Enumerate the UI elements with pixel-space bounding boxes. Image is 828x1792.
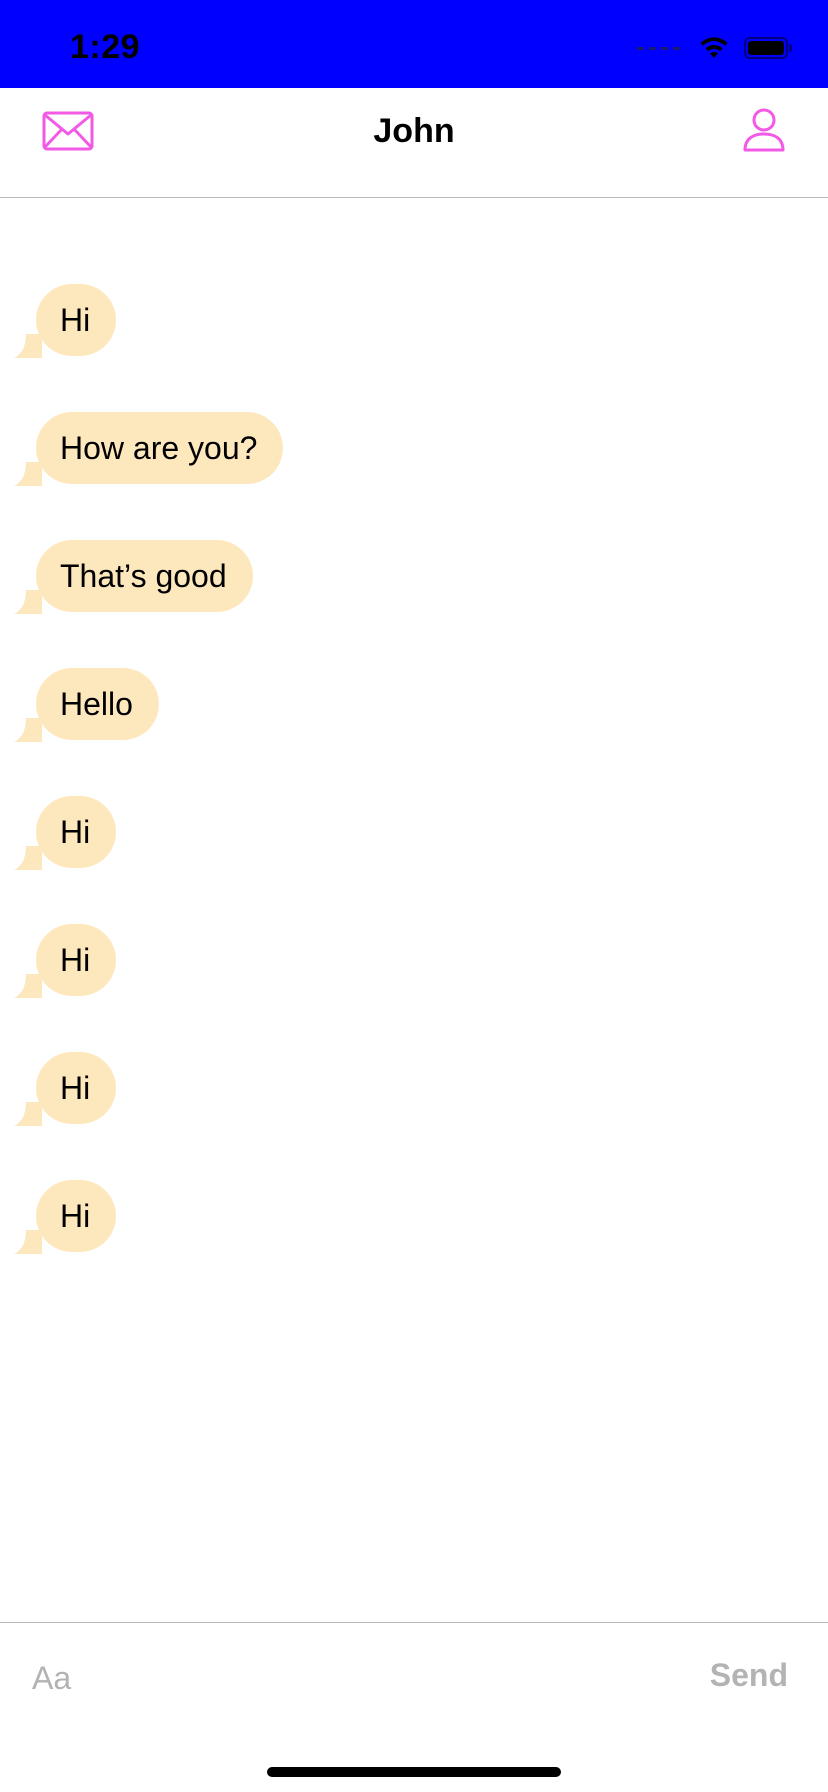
composer-bar: Send: [0, 1622, 828, 1792]
chat-screen: 1:29 John Hi How are you? That’s good He…: [0, 0, 828, 1792]
message-bubble: That’s good: [14, 540, 253, 614]
bubble-tail: [14, 846, 42, 870]
message-bubble: Hi: [14, 284, 117, 358]
cellular-signal-icon: [637, 46, 680, 50]
message-bubble: Hello: [14, 668, 159, 742]
bubble-tail: [14, 590, 42, 614]
status-bar: 1:29: [0, 0, 828, 88]
wifi-icon: [700, 37, 728, 58]
message-text: That’s good: [36, 540, 253, 612]
nav-bar: John: [0, 88, 828, 198]
message-input[interactable]: [32, 1653, 652, 1703]
battery-icon: [744, 37, 792, 59]
conversation-title: John: [373, 112, 455, 150]
message-text: Hi: [36, 924, 117, 996]
message-text: How are you?: [36, 412, 284, 484]
message-text: Hello: [36, 668, 159, 740]
message-bubble: Hi: [14, 924, 117, 998]
status-icons: [637, 36, 794, 60]
message-bubble: How are you?: [14, 412, 284, 486]
message-bubble: Hi: [14, 1180, 117, 1254]
home-indicator: [267, 1767, 561, 1777]
bubble-tail: [14, 462, 42, 486]
message-text: Hi: [36, 284, 117, 356]
message-list[interactable]: Hi How are you? That’s good Hello Hi Hi …: [0, 198, 828, 1622]
bubble-tail: [14, 1102, 42, 1126]
message-text: Hi: [36, 796, 117, 868]
bubble-tail: [14, 1230, 42, 1254]
bubble-tail: [14, 974, 42, 998]
status-time: 1:29: [70, 28, 141, 66]
bubble-tail: [14, 718, 42, 742]
bubble-tail: [14, 334, 42, 358]
message-bubble: Hi: [14, 796, 117, 870]
message-bubble: Hi: [14, 1052, 117, 1126]
message-text: Hi: [36, 1180, 117, 1252]
person-icon[interactable]: [742, 108, 786, 154]
message-text: Hi: [36, 1052, 117, 1124]
send-button[interactable]: Send: [710, 1657, 788, 1694]
